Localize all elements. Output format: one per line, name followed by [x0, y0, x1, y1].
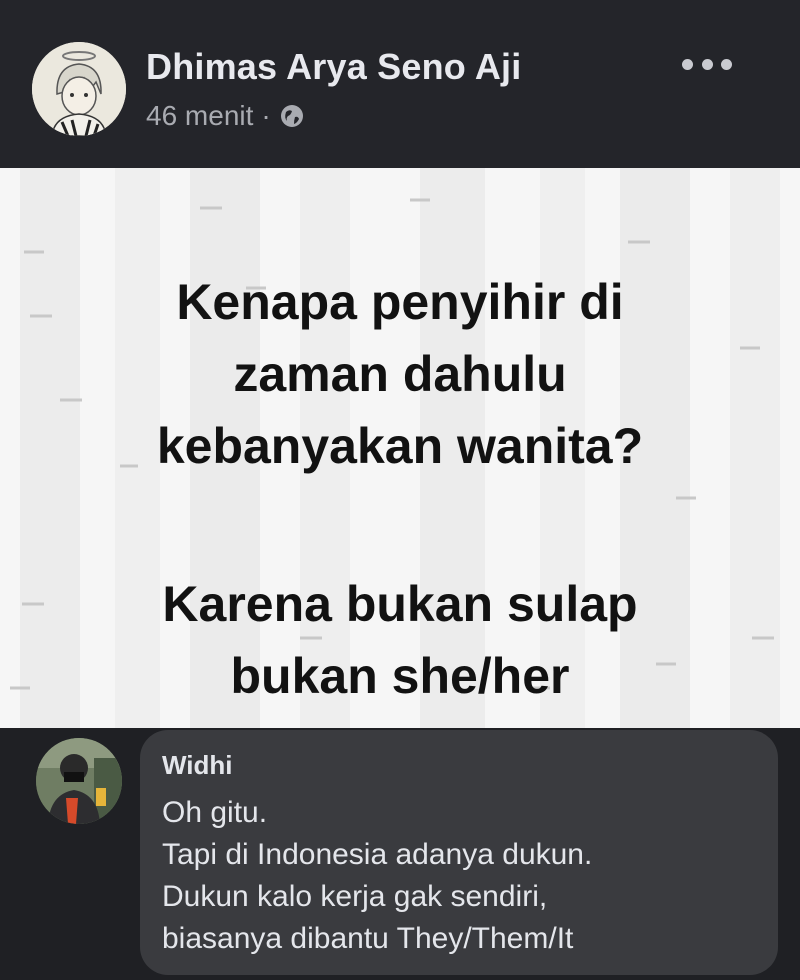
question-line: Kenapa penyihir di	[176, 274, 624, 330]
post-image[interactable]: Kenapa penyihir di zaman dahulu kebanyak…	[0, 168, 800, 728]
globe-icon	[279, 103, 305, 129]
comment-line: Oh gitu.	[162, 796, 268, 829]
author-name[interactable]: Dhimas Arya Seno Aji	[146, 46, 521, 88]
question-line: kebanyakan wanita?	[156, 418, 644, 474]
image-answer: Karena bukan sulap bukan she/her	[0, 568, 800, 712]
question-line: zaman dahulu	[233, 346, 567, 402]
post-header: Dhimas Arya Seno Aji 46 menit ·	[0, 0, 800, 168]
image-question: Kenapa penyihir di zaman dahulu kebanyak…	[0, 266, 800, 482]
comment-line: biasanya dibantu They/Them/It	[162, 922, 574, 955]
post-meta: 46 menit ·	[146, 100, 305, 132]
commenter-avatar[interactable]	[36, 738, 122, 824]
meta-separator: ·	[261, 100, 271, 131]
comment-bubble[interactable]: Widhi Oh gitu. Tapi di Indonesia adanya …	[140, 730, 778, 975]
author-avatar[interactable]	[32, 42, 126, 136]
answer-line: Karena bukan sulap	[162, 576, 638, 632]
post-time[interactable]: 46 menit	[146, 100, 253, 132]
commenter-name[interactable]: Widhi	[162, 750, 233, 781]
comment-section: Widhi Oh gitu. Tapi di Indonesia adanya …	[0, 728, 800, 980]
comment-text: Oh gitu. Tapi di Indonesia adanya dukun.…	[162, 792, 592, 960]
comment-line: Tapi di Indonesia adanya dukun.	[162, 838, 593, 871]
comment-line: Dukun kalo kerja gak sendiri,	[162, 880, 548, 913]
more-options-icon[interactable]	[682, 54, 732, 74]
answer-line: bukan she/her	[230, 648, 570, 704]
